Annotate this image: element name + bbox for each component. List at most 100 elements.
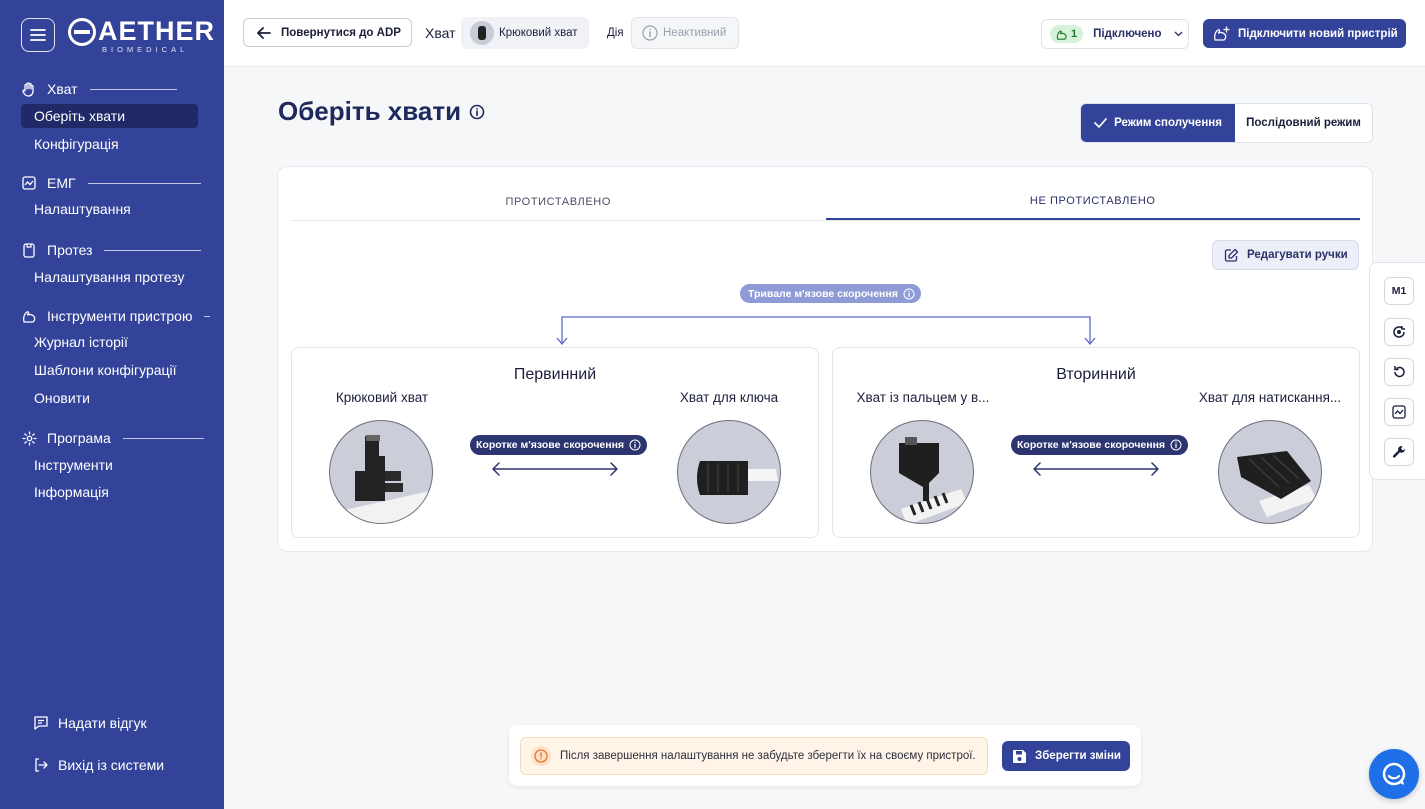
connection-badge: 1: [1050, 25, 1084, 43]
section-emg-title: ЕМГ: [47, 175, 76, 191]
hook-grip-image: [331, 435, 432, 523]
edit-handles-label: Редагувати ручки: [1247, 249, 1348, 261]
m1-button[interactable]: M1: [1384, 277, 1414, 305]
section-prosthesis-title: Протез: [47, 242, 93, 258]
connection-label: Підключено: [1093, 28, 1162, 40]
edit-handles-button[interactable]: Редагувати ручки: [1212, 240, 1359, 270]
save-label: Зберегти зміни: [1035, 750, 1121, 762]
page-title-text: Оберіть хвати: [278, 96, 462, 126]
chart-icon: [21, 175, 37, 191]
save-bar: Після завершення налаштування не забудьт…: [509, 725, 1141, 786]
check-icon: [1094, 118, 1107, 128]
topbar: Повернутися до ADP Хват Крюковий хват Ді…: [224, 0, 1425, 67]
press-grip-image: [1237, 451, 1317, 517]
connect-new-device-button[interactable]: Підключити новий пристрій: [1203, 19, 1406, 48]
connection-dropdown[interactable]: 1 Підключено: [1041, 19, 1189, 49]
section-emg: ЕМГ: [21, 175, 201, 191]
primary-short-contraction-pill: Коротке м'язове скорочення: [470, 435, 648, 455]
section-grip-title: Хват: [47, 81, 78, 97]
combined-mode-button[interactable]: Режим сполучення: [1081, 104, 1235, 142]
undo-icon: [1394, 366, 1405, 378]
chart-icon: [1392, 405, 1406, 419]
feedback-link[interactable]: Надати відгук: [33, 715, 147, 731]
logo: AETHER BIOMEDICAL: [68, 16, 216, 54]
service-button[interactable]: [1384, 438, 1414, 466]
opposition-tabs: ПРОТИСТАВЛЕНО НЕ ПРОТИСТАВЛЕНО: [291, 183, 1360, 221]
swap-arrow-icon: [492, 462, 618, 476]
long-contraction-label: Тривале м'язове скорочення: [748, 287, 898, 300]
info-icon[interactable]: [629, 439, 641, 451]
calibrate-button[interactable]: [1384, 318, 1414, 346]
new-device-label: Підключити новий пристрій: [1238, 27, 1398, 40]
action-label: Дія: [607, 27, 624, 39]
swap-arrow-icon: [1033, 462, 1159, 476]
secondary-title: Вторинний: [1056, 366, 1136, 383]
info-icon: [642, 25, 658, 41]
back-label: Повернутися до ADP: [281, 26, 401, 39]
sidebar-item-templates[interactable]: Шаблони конфігурації: [21, 358, 198, 382]
sidebar-item-emg-settings[interactable]: Налаштування: [21, 197, 198, 221]
back-to-adp-button[interactable]: Повернутися до ADP: [243, 18, 412, 47]
primary-right-grip-image[interactable]: [677, 420, 781, 524]
logout-link[interactable]: Вихід із системи: [33, 757, 164, 773]
wrench-icon: [1392, 446, 1406, 458]
sidebar-item-history[interactable]: Журнал історії: [21, 330, 198, 354]
current-grip-chip[interactable]: Крюковий хват: [461, 17, 589, 49]
grip-value: Крюковий хват: [499, 27, 578, 39]
logo-subtext: BIOMEDICAL: [102, 45, 189, 54]
gear-icon: [21, 430, 37, 446]
arm-icon: [21, 308, 37, 324]
hamburger-icon: [30, 29, 46, 41]
emg-view-button[interactable]: [1384, 398, 1414, 426]
primary-left-grip-image[interactable]: [329, 420, 433, 524]
secondary-left-grip-name: Хват із пальцем у в...: [856, 390, 990, 405]
menu-button[interactable]: [21, 18, 55, 52]
undo-button[interactable]: [1384, 358, 1414, 386]
section-device-tools: Інструменти пристрою: [21, 308, 211, 324]
feedback-label: Надати відгук: [58, 715, 147, 731]
tab-non-opposed[interactable]: НЕ ПРОТИСТАВЛЕНО: [825, 183, 1360, 220]
chat-button[interactable]: [1369, 749, 1419, 799]
warning-icon: [530, 745, 552, 767]
section-application-title: Програма: [47, 430, 111, 446]
add-device-icon: [1213, 26, 1230, 41]
secondary-short-contraction-pill: Коротке м'язове скорочення: [1011, 435, 1189, 455]
sidebar-item-select-grips[interactable]: Оберіть хвати: [21, 104, 198, 128]
arrow-left-icon: [257, 26, 271, 39]
sidebar-item-prosthesis-settings[interactable]: Налаштування протезу: [21, 265, 198, 289]
page-title: Оберіть хвати: [278, 96, 485, 127]
grip-label: Хват: [425, 25, 456, 41]
secondary-right-grip-image[interactable]: [1218, 420, 1322, 524]
section-grip: Хват: [21, 81, 177, 97]
secondary-left-grip-image[interactable]: [870, 420, 974, 524]
save-changes-button[interactable]: Зберегти зміни: [1002, 741, 1130, 771]
info-icon[interactable]: [469, 104, 485, 120]
section-application: Програма: [21, 430, 204, 446]
info-icon[interactable]: [1170, 439, 1182, 451]
sidebar-item-info[interactable]: Інформація: [21, 480, 198, 504]
primary-title: Первинний: [513, 366, 597, 383]
info-icon[interactable]: [903, 288, 915, 300]
logo-text: AETHER: [98, 16, 216, 46]
save-reminder: Після завершення налаштування не забудьт…: [520, 737, 988, 775]
sidebar-item-update[interactable]: Оновити: [21, 386, 198, 410]
mode-toggle: Режим сполучення Послідовний режим: [1080, 103, 1373, 143]
sidebar-item-configuration[interactable]: Конфігурація: [21, 132, 198, 156]
primary-left-grip-name: Крюковий хват: [335, 390, 429, 405]
arm-icon: [1056, 29, 1068, 40]
action-value: Неактивний: [663, 27, 727, 39]
combined-mode-label: Режим сполучення: [1114, 117, 1222, 129]
sidebar-item-tools[interactable]: Інструменти: [21, 453, 198, 477]
pointing-grip-image: [899, 437, 967, 523]
refresh-hand-icon: [1393, 326, 1405, 338]
sequential-mode-button[interactable]: Послідовний режим: [1235, 104, 1372, 142]
feedback-icon: [34, 716, 48, 730]
primary-short-contraction-label: Коротке м'язове скорочення: [476, 439, 625, 451]
secondary-right-grip-name: Хват для натискання...: [1198, 390, 1342, 405]
tab-opposed[interactable]: ПРОТИСТАВЛЕНО: [291, 183, 826, 220]
chevron-down-icon: [1174, 31, 1183, 37]
section-device-tools-title: Інструменти пристрою: [47, 308, 193, 324]
key-grip-image: [697, 461, 778, 495]
primary-box: Первинний Крюковий хват Коротке м'язове …: [291, 347, 819, 538]
device-icon: [21, 242, 37, 258]
